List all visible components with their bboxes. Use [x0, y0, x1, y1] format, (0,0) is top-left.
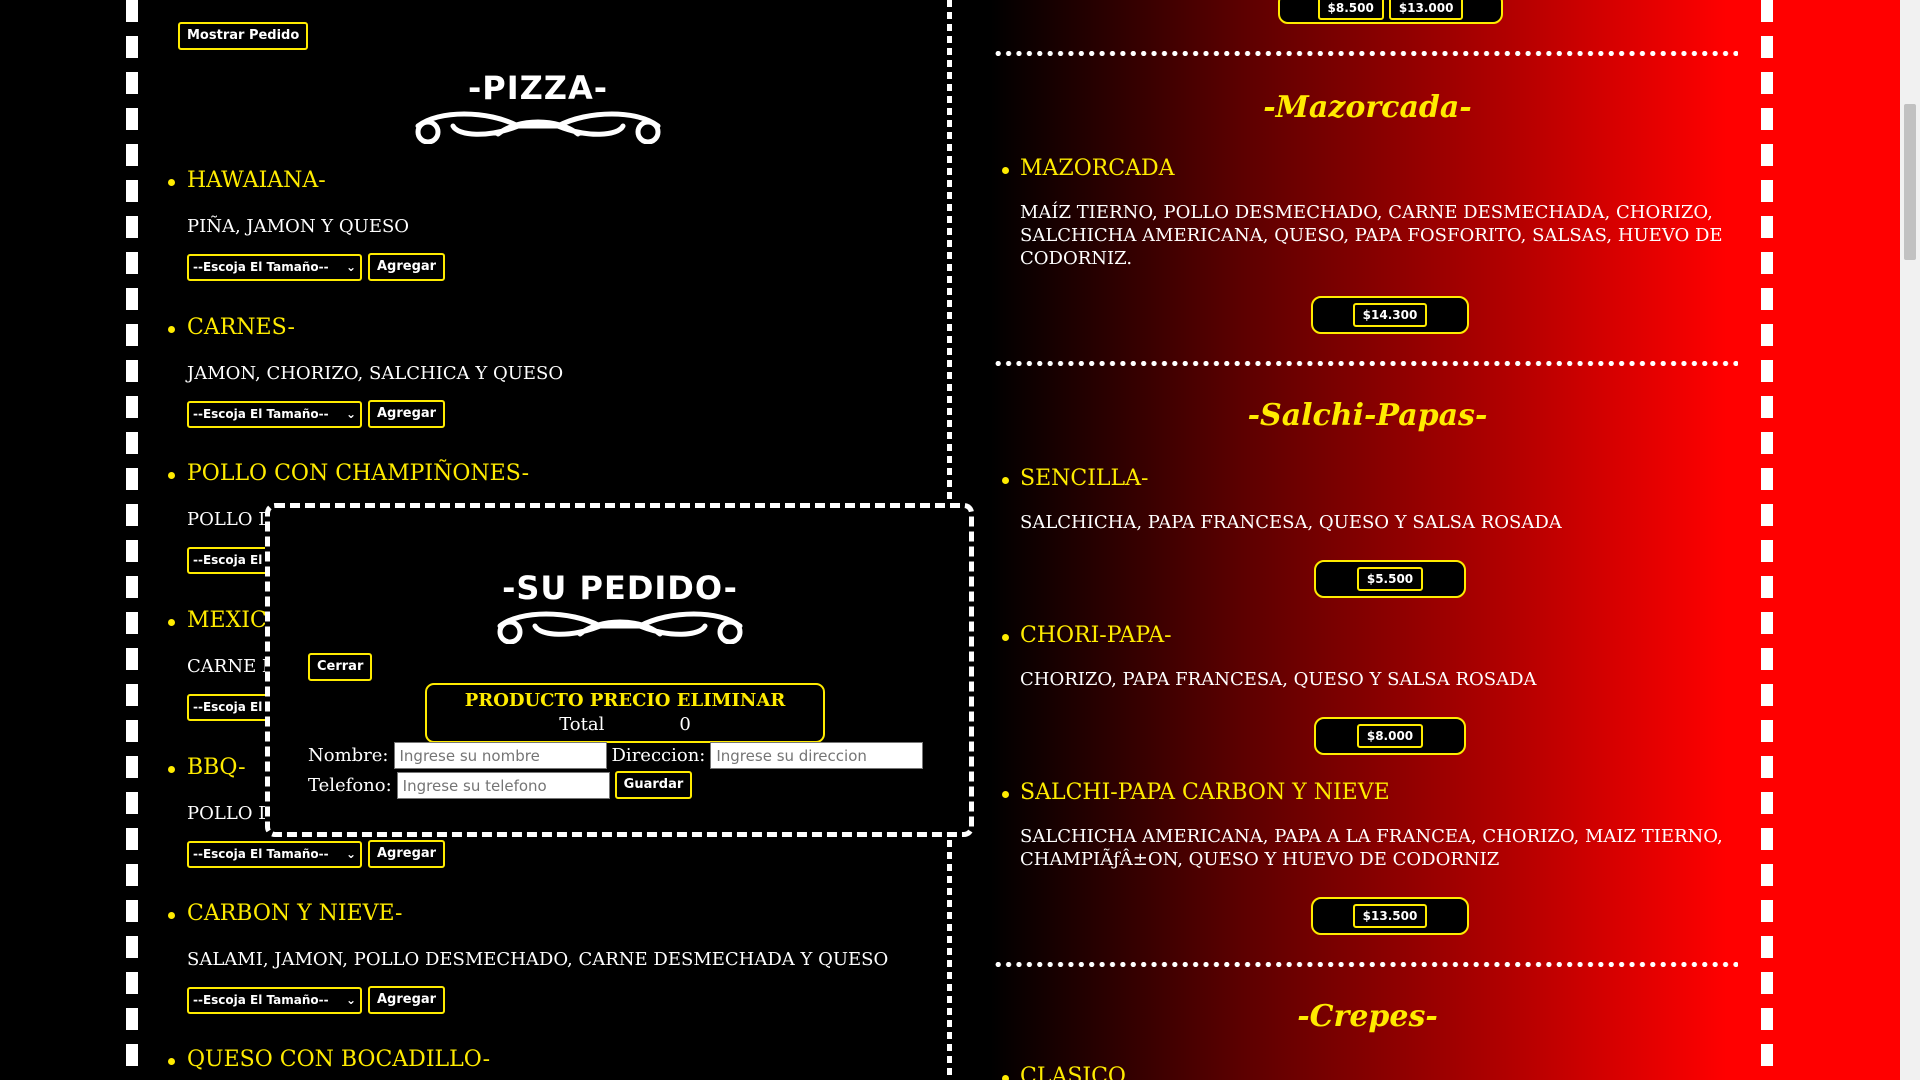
- price-tag[interactable]: $13.000: [1388, 0, 1464, 20]
- chevron-down-icon: ⌄: [345, 993, 356, 1007]
- item-description: MAÍZ TIERNO, POLLO DESMECHADO, CARNE DES…: [1020, 202, 1723, 269]
- price-box: $8.000: [1314, 717, 1466, 755]
- size-select[interactable]: --Escoja El Tamaño-- ⌄: [187, 840, 362, 868]
- total-value: 0: [679, 714, 691, 735]
- menu-item: CLASICO: [1000, 1063, 1735, 1080]
- item-name: CARBON Y NIEVE-: [146, 900, 946, 928]
- size-select-value: --Escoja El Tamaño--: [193, 260, 329, 274]
- phone-label: Telefono:: [308, 774, 392, 796]
- item-name: SALCHI-PAPA CARBON Y NIEVE: [1000, 779, 1735, 807]
- order-modal-header: -SU PEDIDO-: [480, 568, 760, 644]
- size-select[interactable]: --Escoja El Tamaño-- ⌄: [187, 986, 362, 1014]
- add-button[interactable]: Agregar: [368, 253, 446, 281]
- price-tag[interactable]: $14.300: [1352, 303, 1428, 327]
- item-description: JAMON, CHORIZO, SALCHICA Y QUESO: [187, 363, 564, 384]
- menu-item: CARNES- JAMON, CHORIZO, SALCHICA Y QUESO…: [146, 314, 946, 428]
- form-row-name-address: Nombre: Ingrese su nombre Direccion: Ing…: [308, 742, 924, 769]
- menu-item: CARBON Y NIEVE- SALAMI, JAMON, POLLO DES…: [146, 900, 946, 1014]
- item-name: HAWAIANA-: [146, 167, 946, 195]
- scrollbar-thumb[interactable]: [1904, 104, 1916, 260]
- item-name: CHORI-PAPA-: [1000, 622, 1735, 650]
- address-input[interactable]: Ingrese su direccion: [710, 742, 924, 769]
- item-description: PIÑA, JAMON Y QUESO: [187, 216, 410, 237]
- dotted-divider: [993, 51, 1738, 56]
- total-label: Total: [559, 714, 605, 735]
- name-input[interactable]: Ingrese su nombre: [393, 742, 607, 769]
- close-button[interactable]: Cerrar: [308, 653, 373, 681]
- price-box: $13.500: [1311, 897, 1469, 935]
- menu-item: HAWAIANA- PIÑA, JAMON Y QUESO --Escoja E…: [146, 167, 946, 281]
- price-tag[interactable]: $13.500: [1352, 904, 1428, 928]
- size-select[interactable]: --Escoja El Tamaño-- ⌄: [187, 400, 362, 428]
- add-button[interactable]: Agregar: [368, 400, 446, 428]
- order-table-header: PRODUCTO PRECIO ELIMINAR: [464, 690, 786, 711]
- pizza-section-header: -PIZZA-: [393, 68, 683, 144]
- item-name: MAZORCADA: [1000, 155, 1735, 183]
- menu-item: CHORI-PAPA- CHORIZO, PAPA FRANCESA, QUES…: [1000, 622, 1735, 691]
- salchipapas-section-title: -Salchi-Papas-: [1247, 398, 1488, 433]
- item-description: SALAMI, JAMON, POLLO DESMECHADO, CARNE D…: [187, 949, 889, 970]
- price-box: $14.300: [1311, 296, 1469, 334]
- dotted-divider: [993, 962, 1738, 967]
- item-name: CARNES-: [146, 314, 946, 342]
- scrollbar[interactable]: [1900, 0, 1920, 1080]
- chevron-down-icon: ⌄: [345, 847, 356, 861]
- ornament-flourish-icon: [480, 608, 760, 644]
- name-label: Nombre:: [308, 745, 389, 766]
- size-select-value: --Escoja El Tamaño--: [193, 847, 329, 861]
- dotted-divider: [993, 361, 1738, 366]
- page: Mostrar Pedido -PIZZA- HAWAIANA- PIÑA, J…: [0, 0, 1920, 1080]
- menu-item: SALCHI-PAPA CARBON Y NIEVE SALCHICHA AME…: [1000, 779, 1735, 871]
- size-select-value: --Escoja El Tamaño--: [193, 407, 329, 421]
- crepes-section-title: -Crepes-: [1297, 999, 1438, 1034]
- item-description: SALCHICHA, PAPA FRANCESA, QUESO Y SALSA …: [1020, 512, 1562, 533]
- chevron-down-icon: ⌄: [345, 407, 356, 421]
- menu-item: QUESO CON BOCADILLO-: [146, 1046, 946, 1074]
- size-select[interactable]: --Escoja El Tamaño-- ⌄: [187, 253, 362, 281]
- order-modal: -SU PEDIDO- Cerrar PRODUCTO PRECIO ELIMI…: [265, 503, 974, 837]
- form-row-phone: Telefono: Ingrese su telefono Guardar: [308, 771, 693, 799]
- add-button[interactable]: Agregar: [368, 986, 446, 1014]
- price-box: $5.500: [1314, 560, 1466, 598]
- pizza-section-title: -PIZZA-: [467, 69, 609, 107]
- right-dashed-border: [1761, 0, 1773, 1080]
- price-tag[interactable]: $8.000: [1356, 724, 1424, 748]
- save-button[interactable]: Guardar: [614, 771, 693, 799]
- phone-input[interactable]: Ingrese su telefono: [396, 771, 610, 799]
- size-select-value: --Escoja El Tamaño--: [193, 993, 329, 1007]
- item-name: CLASICO: [1000, 1063, 1735, 1080]
- price-tag[interactable]: $5.500: [1356, 567, 1424, 591]
- mazorcada-section-title: -Mazorcada-: [1263, 90, 1472, 125]
- price-tag[interactable]: $8.500: [1317, 0, 1384, 20]
- order-table: PRODUCTO PRECIO ELIMINAR Total 0: [425, 683, 825, 743]
- item-name: QUESO CON BOCADILLO-: [146, 1046, 946, 1074]
- left-dashed-border: [126, 0, 138, 1080]
- ornament-flourish-icon: [393, 108, 683, 144]
- item-description: SALCHICHA AMERICANA, PAPA A LA FRANCEA, …: [1020, 826, 1723, 870]
- price-box: $8.500 $13.000: [1278, 0, 1503, 24]
- item-name: SENCILLA-: [1000, 465, 1735, 493]
- menu-item: MAZORCADA MAÍZ TIERNO, POLLO DESMECHADO,…: [1000, 155, 1735, 270]
- menu-item: SENCILLA- SALCHICHA, PAPA FRANCESA, QUES…: [1000, 465, 1735, 534]
- chevron-down-icon: ⌄: [345, 260, 356, 274]
- item-name: POLLO CON CHAMPIÑONES-: [146, 460, 946, 488]
- address-label: Direccion:: [611, 745, 706, 766]
- add-button[interactable]: Agregar: [368, 840, 446, 868]
- show-order-button[interactable]: Mostrar Pedido: [178, 22, 309, 50]
- order-modal-title: -SU PEDIDO-: [502, 569, 738, 607]
- order-total-row: Total 0: [427, 713, 823, 737]
- item-description: CHORIZO, PAPA FRANCESA, QUESO Y SALSA RO…: [1020, 669, 1537, 690]
